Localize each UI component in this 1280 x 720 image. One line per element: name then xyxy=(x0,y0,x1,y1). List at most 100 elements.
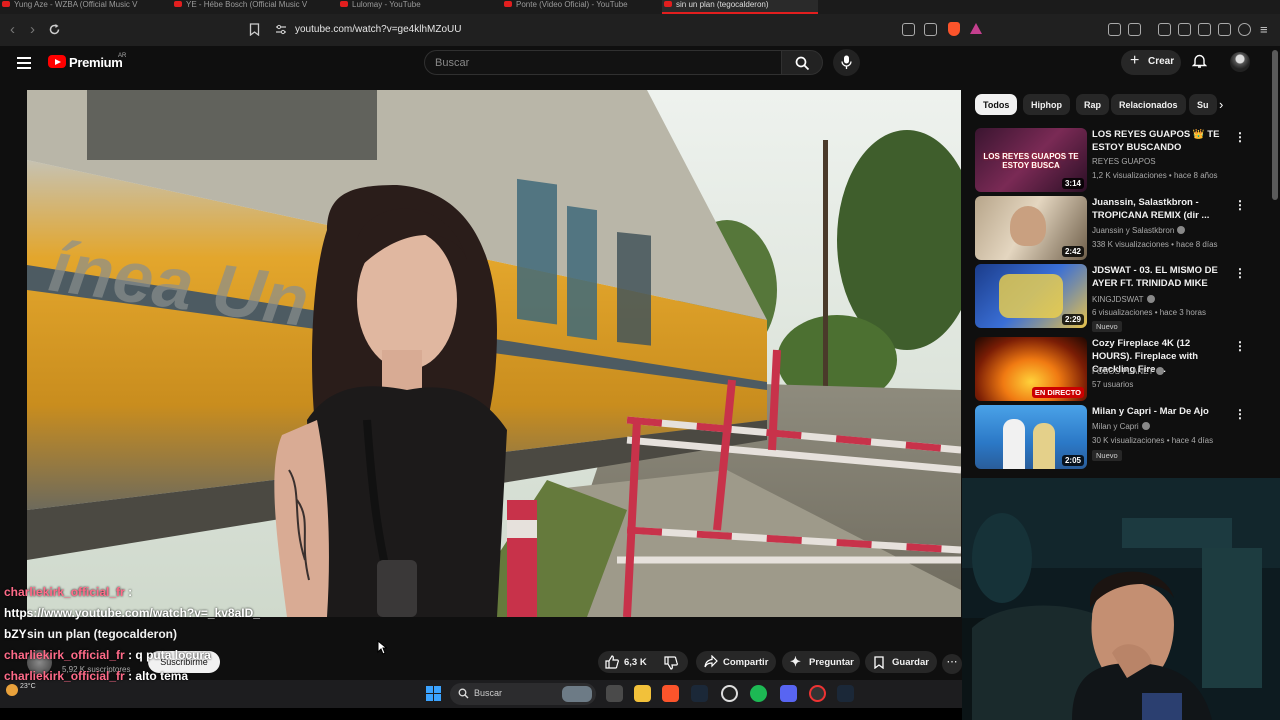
new-badge: Nuevo xyxy=(1092,321,1122,332)
reload-icon[interactable] xyxy=(48,23,61,36)
video-thumbnail[interactable]: 2:05 xyxy=(975,405,1087,469)
video-title[interactable]: LOS REYES GUAPOS 👑 TE ESTOY BUSCANDO xyxy=(1092,128,1224,154)
search-highlight-image xyxy=(562,686,592,702)
windows-start-icon[interactable] xyxy=(426,686,441,701)
thumbnail-figure xyxy=(1010,206,1046,246)
task-view-icon[interactable] xyxy=(606,685,623,702)
video-title[interactable]: Milan y Capri - Mar De Ajo xyxy=(1092,405,1224,418)
spotify-icon[interactable] xyxy=(750,685,767,702)
browser-tab[interactable]: Lulomay - YouTube xyxy=(338,0,498,14)
create-button[interactable]: + Crear xyxy=(1121,50,1181,75)
video-thumbnail[interactable]: 2:42 xyxy=(975,196,1087,260)
like-icon[interactable] xyxy=(605,655,619,669)
video-player[interactable]: ínea Un xyxy=(27,90,961,617)
share-icon[interactable] xyxy=(924,23,937,36)
vpn-icon[interactable] xyxy=(1238,23,1251,36)
channel-name[interactable]: Juanssin y Salastkbron xyxy=(1092,226,1186,235)
chat-username: charliekirk_official_fr xyxy=(4,669,125,683)
channel-name[interactable]: Milan y Capri xyxy=(1092,422,1150,431)
file-explorer-icon[interactable] xyxy=(634,685,651,702)
chip-partial[interactable]: Su xyxy=(1189,94,1217,115)
video-title[interactable]: JDSWAT - 03. EL MISMO DE AYER FT. TRINID… xyxy=(1092,264,1224,290)
video-duration: 2:05 xyxy=(1061,455,1084,466)
dislike-icon[interactable] xyxy=(664,656,678,670)
notifications-bell-icon[interactable] xyxy=(1192,53,1207,69)
chip-hiphop[interactable]: Hiphop xyxy=(1023,94,1070,115)
voice-search-button[interactable] xyxy=(833,49,860,76)
like-count[interactable]: 6,3 K xyxy=(624,657,647,668)
save-label: Guardar xyxy=(892,657,929,668)
recommended-video[interactable]: LOS REYES GUAPOS TE ESTOY BUSCA 3:14 LOS… xyxy=(975,128,1255,192)
more-options-icon[interactable]: ⋮ xyxy=(1234,198,1246,212)
browser-tab[interactable]: Ponte (Video Oficial) - YouTube xyxy=(502,0,652,14)
more-options-icon[interactable]: ⋮ xyxy=(1234,130,1246,144)
browser-tab[interactable]: Yung Aze - WZBA (Official Music V xyxy=(0,0,170,14)
channel-name[interactable]: REYES GUAPOS xyxy=(1092,157,1156,166)
video-thumbnail[interactable]: EN DIRECTO xyxy=(975,337,1087,401)
steam-secondary-icon[interactable] xyxy=(837,685,854,702)
media-icon[interactable] xyxy=(1128,23,1141,36)
chips-next-icon[interactable]: › xyxy=(1219,97,1223,112)
site-settings-icon[interactable] xyxy=(275,24,287,35)
forward-icon[interactable]: › xyxy=(30,21,35,38)
channel-name[interactable]: KINGJDSWAT xyxy=(1092,295,1155,304)
chip-relacionados[interactable]: Relacionados xyxy=(1111,94,1186,115)
thumbnail-figure xyxy=(1003,419,1025,469)
video-title[interactable]: Juanssin, Salastkbron - TROPICANA REMIX … xyxy=(1092,196,1224,222)
cast-icon[interactable] xyxy=(902,23,915,36)
youtube-logo-icon[interactable] xyxy=(48,55,66,68)
webcam-feed xyxy=(962,478,1280,720)
video-frame: ínea Un xyxy=(27,90,961,617)
recommended-video[interactable]: 2:05 Milan y Capri - Mar De Ajo Milan y … xyxy=(975,405,1255,469)
url-text[interactable]: youtube.com/watch?v=ge4klhMZoUU xyxy=(295,24,461,35)
taskbar-search[interactable]: Buscar xyxy=(450,683,596,705)
more-options-icon[interactable]: ⋮ xyxy=(1234,339,1246,353)
account-avatar[interactable] xyxy=(1230,52,1250,72)
more-actions-icon[interactable]: ⋯ xyxy=(942,654,962,674)
tab-label: Lulomay - YouTube xyxy=(352,0,421,9)
brand-label[interactable]: Premium xyxy=(69,55,123,70)
menu-icon[interactable] xyxy=(17,57,31,69)
browser-menu-icon[interactable]: ≡ xyxy=(1260,22,1268,37)
browser-tab-active[interactable]: sin un plan (tegocalderon) xyxy=(662,0,818,14)
sidebar-toggle-icon[interactable] xyxy=(1178,23,1191,36)
browser-tab-strip: Yung Aze - WZBA (Official Music V YE - H… xyxy=(0,0,1280,14)
extensions-icon[interactable] xyxy=(1108,23,1121,36)
chat-text: https://www.youtube.com/watch?v=_kv8aID_… xyxy=(4,606,260,641)
obs-icon[interactable] xyxy=(809,685,826,702)
more-options-icon[interactable]: ⋮ xyxy=(1234,407,1246,421)
recommended-video[interactable]: EN DIRECTO Cozy Fireplace 4K (12 HOURS).… xyxy=(975,337,1255,401)
channel-name[interactable]: FOBOS PLANET xyxy=(1092,367,1165,376)
leo-ai-icon[interactable] xyxy=(1218,23,1231,36)
back-icon[interactable]: ‹ xyxy=(10,21,15,38)
brave-shields-icon[interactable] xyxy=(948,22,960,36)
save-button[interactable]: Guardar xyxy=(865,651,937,673)
wallet-icon[interactable] xyxy=(1198,23,1211,36)
bookmark-icon[interactable] xyxy=(249,23,260,36)
more-options-icon[interactable]: ⋮ xyxy=(1234,266,1246,280)
webcam-overlay xyxy=(962,478,1280,720)
music-icon[interactable] xyxy=(1158,23,1171,36)
steam-icon[interactable] xyxy=(691,685,708,702)
search-button[interactable] xyxy=(781,50,823,75)
discord-icon[interactable] xyxy=(780,685,797,702)
browser-tab[interactable]: YE - Hébe Bosch (Official Music V xyxy=(172,0,332,14)
brave-browser-icon[interactable] xyxy=(662,685,679,702)
video-meta: 30 K visualizaciones • hace 4 días xyxy=(1092,436,1214,445)
search-icon xyxy=(795,56,810,71)
video-thumbnail[interactable]: 2:29 xyxy=(975,264,1087,328)
chat-message: charliekirk_official_fr : q puta locura xyxy=(4,645,264,666)
chip-rap[interactable]: Rap xyxy=(1076,94,1110,115)
share-button[interactable]: Compartir xyxy=(696,651,776,673)
search-input[interactable]: Buscar xyxy=(424,50,782,75)
youtube-favicon-icon xyxy=(174,1,182,7)
page-scrollbar-thumb[interactable] xyxy=(1272,50,1278,200)
channel-name-text: Juanssin y Salastkbron xyxy=(1092,226,1175,235)
brave-rewards-icon[interactable] xyxy=(970,23,982,34)
chip-todos[interactable]: Todos xyxy=(975,94,1018,115)
video-thumbnail[interactable]: LOS REYES GUAPOS TE ESTOY BUSCA 3:14 xyxy=(975,128,1087,192)
app-icon[interactable] xyxy=(721,685,738,702)
recommended-video[interactable]: 2:29 JDSWAT - 03. EL MISMO DE AYER FT. T… xyxy=(975,264,1255,332)
recommended-video[interactable]: 2:42 Juanssin, Salastkbron - TROPICANA R… xyxy=(975,196,1255,260)
ask-button[interactable]: ✦ Preguntar xyxy=(782,651,860,673)
